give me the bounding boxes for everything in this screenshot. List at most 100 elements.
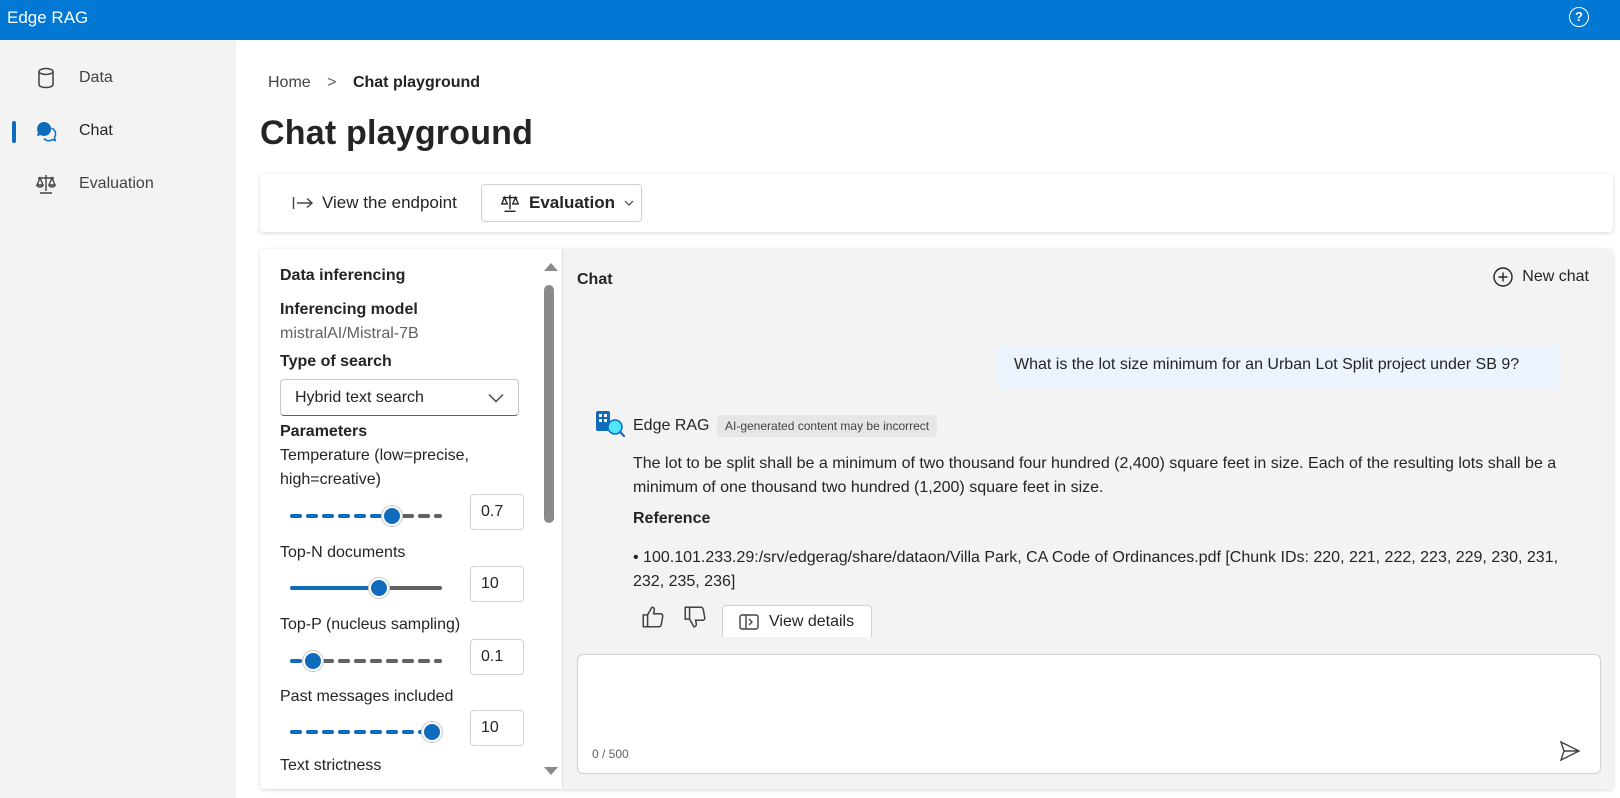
slider-track-segment	[322, 659, 334, 663]
evaluation-dropdown-button[interactable]: Evaluation	[481, 184, 642, 222]
ai-disclaimer-badge: AI-generated content may be incorrect	[717, 415, 938, 437]
slider-track-segment	[402, 730, 414, 734]
chat-panel: Chat New chat What is the lot size minim…	[562, 249, 1613, 789]
top-p-input[interactable]: 0.1	[470, 639, 524, 675]
question-circle-icon[interactable]: ?	[1569, 7, 1589, 27]
evaluation-label: Evaluation	[529, 193, 615, 212]
slider-track-segment	[354, 659, 366, 663]
slider-track-segment	[402, 514, 414, 518]
slider-filled-track	[290, 586, 380, 590]
text-strictness-label: Text strictness	[280, 757, 382, 774]
page-title: Chat playground	[260, 114, 534, 152]
slider-thumb[interactable]	[382, 506, 403, 526]
sidebar-item-label: Evaluation	[79, 175, 154, 192]
slider-label-past-messages: Past messages included	[280, 688, 454, 705]
chevron-down-icon	[488, 394, 504, 403]
slider-track-segment	[322, 514, 334, 518]
chevron-down-icon	[624, 200, 634, 206]
edge-rag-avatar-icon	[596, 411, 625, 438]
database-icon	[38, 67, 54, 89]
scales-icon	[500, 194, 520, 212]
slider-track-segment	[322, 730, 334, 734]
sidebar-item-evaluation[interactable]: Evaluation	[0, 162, 236, 206]
slider-track-segment	[370, 659, 382, 663]
active-indicator	[12, 121, 16, 143]
view-details-button[interactable]: View details	[722, 605, 872, 637]
search-type-select[interactable]: Hybrid text search	[280, 379, 519, 416]
slider-track-segment	[338, 730, 350, 734]
arrow-right-to-line-icon	[292, 197, 314, 209]
new-chat-label: New chat	[1522, 268, 1589, 285]
parameters-label: Parameters	[280, 423, 368, 440]
slider-track-segment	[418, 659, 430, 663]
scrollbar-thumb[interactable]	[544, 285, 554, 523]
thumbs-up-icon[interactable]	[640, 604, 666, 630]
sidebar-item-label: Data	[79, 69, 113, 86]
search-type-value: Hybrid text search	[295, 389, 424, 406]
reference-item[interactable]: • 100.101.233.29:/srv/edgerag/share/data…	[633, 546, 1563, 594]
view-details-label: View details	[769, 612, 855, 630]
slider-track-segment	[338, 659, 350, 663]
slider-thumb[interactable]	[369, 578, 390, 598]
slider-label-temperature: Temperature (low=precise, high=creative)	[280, 447, 469, 488]
thumbs-down-icon[interactable]	[682, 604, 708, 630]
panel-open-icon	[739, 613, 759, 630]
scroll-up-icon[interactable]	[544, 263, 558, 271]
slider-track-segment	[354, 514, 366, 518]
top-n-slider[interactable]	[290, 575, 450, 599]
slider-label-top-n: Top-N documents	[280, 544, 406, 561]
chat-input[interactable]: 0 / 500	[577, 654, 1601, 774]
search-type-label: Type of search	[280, 353, 392, 370]
add-circle-icon	[1493, 267, 1513, 287]
slider-track-segment	[338, 514, 350, 518]
model-label: Inferencing model	[280, 301, 418, 318]
slider-track-segment	[290, 730, 302, 734]
top-p-slider[interactable]	[290, 648, 450, 672]
top-n-input[interactable]: 10	[470, 566, 524, 602]
bot-name: Edge RAG	[633, 417, 710, 434]
slider-track-segment	[418, 514, 430, 518]
scales-icon	[35, 175, 57, 194]
past-messages-input[interactable]: 10	[470, 710, 524, 746]
slider-track-segment	[306, 730, 318, 734]
settings-scrollbar[interactable]	[538, 249, 560, 789]
temperature-slider[interactable]	[290, 503, 450, 527]
slider-track-segment	[290, 659, 302, 663]
view-endpoint-button[interactable]: View the endpoint	[292, 189, 457, 217]
toolbar: View the endpoint Evaluation	[260, 174, 1613, 232]
slider-thumb[interactable]	[303, 651, 324, 671]
chat-bubbles-icon	[37, 121, 57, 142]
slider-thumb[interactable]	[422, 722, 442, 742]
slider-track-segment	[370, 730, 382, 734]
slider-track-segment	[386, 659, 398, 663]
slider-track-segment	[434, 659, 442, 663]
breadcrumb-home[interactable]: Home	[268, 74, 311, 91]
settings-section-title: Data inferencing	[280, 267, 406, 284]
app-title: Edge RAG	[7, 8, 89, 27]
send-icon[interactable]	[1558, 739, 1582, 763]
reference-title: Reference	[633, 510, 711, 527]
breadcrumb: Home > Chat playground	[268, 74, 480, 92]
past-messages-slider[interactable]	[290, 719, 450, 743]
char-count: 0 / 500	[592, 747, 629, 761]
temperature-input[interactable]: 0.7	[470, 494, 524, 530]
chat-title: Chat	[577, 271, 613, 288]
scroll-down-icon[interactable]	[544, 767, 558, 775]
model-value: mistralAI/Mistral-7B	[280, 325, 419, 342]
slider-track-segment	[402, 659, 414, 663]
chevron-right-icon: >	[327, 74, 337, 91]
slider-track-segment	[290, 514, 302, 518]
slider-track-segment	[370, 514, 382, 518]
slider-track-segment	[434, 514, 442, 518]
sidebar-item-chat[interactable]: Chat	[0, 109, 236, 153]
sidebar-item-data[interactable]: Data	[0, 56, 236, 100]
bot-answer: The lot to be split shall be a minimum o…	[633, 455, 1557, 496]
top-bar: Edge RAG ?	[0, 0, 1620, 40]
user-message: What is the lot size minimum for an Urba…	[996, 345, 1560, 387]
view-endpoint-label: View the endpoint	[322, 193, 457, 212]
slider-label-top-p: Top-P (nucleus sampling)	[280, 616, 461, 633]
playground-card: Data inferencing Inferencing model mistr…	[260, 249, 1613, 789]
new-chat-button[interactable]: New chat	[1492, 266, 1589, 288]
slider-track-segment	[354, 730, 366, 734]
breadcrumb-current: Chat playground	[352, 74, 481, 91]
